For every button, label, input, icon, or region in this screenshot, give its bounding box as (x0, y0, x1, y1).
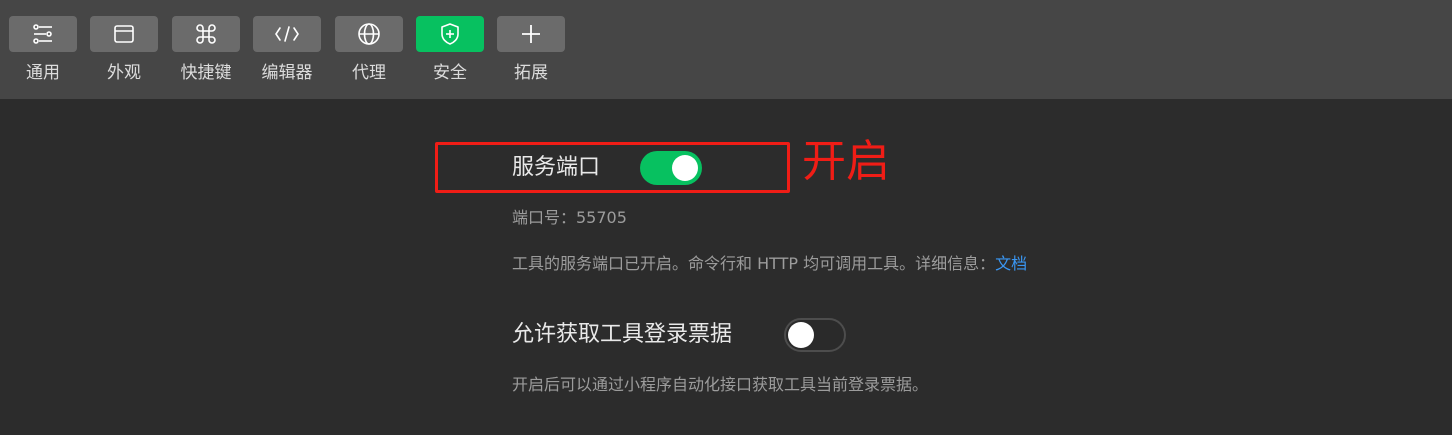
tab-proxy-button[interactable] (335, 16, 403, 52)
login-ticket-toggle[interactable] (784, 318, 846, 352)
tab-editor-button[interactable] (253, 16, 321, 52)
tab-extensions[interactable]: 拓展 (497, 16, 565, 84)
code-icon (275, 26, 299, 42)
tab-general-button[interactable] (9, 16, 77, 52)
tab-security-label: 安全 (433, 63, 467, 83)
service-port-description-text: 工具的服务端口已开启。命令行和 HTTP 均可调用工具。详细信息： (512, 254, 996, 273)
tab-general[interactable]: 通用 (9, 16, 77, 84)
tab-general-label: 通用 (26, 63, 60, 83)
tab-appearance[interactable]: 外观 (90, 16, 158, 84)
command-key-icon (196, 24, 216, 44)
sliders-icon (33, 24, 52, 44)
login-ticket-description: 开启后可以通过小程序自动化接口获取工具当前登录票据。 (512, 375, 929, 394)
tab-proxy-label: 代理 (352, 63, 386, 83)
tab-security-button[interactable] (416, 16, 484, 52)
annotation-highlight-box (435, 142, 790, 193)
login-ticket-label: 允许获取工具登录票据 (512, 322, 733, 347)
toggle-knob (672, 155, 698, 181)
window-icon (114, 25, 134, 43)
shield-plus-icon (441, 23, 459, 45)
settings-toolbar: 通用 外观 快捷键 编辑器 代理 安全 拓展 (0, 0, 1452, 99)
tab-shortcuts[interactable]: 快捷键 (172, 16, 240, 84)
doc-link[interactable]: 文档 (995, 254, 1027, 273)
tab-editor[interactable]: 编辑器 (253, 16, 321, 84)
service-port-description: 工具的服务端口已开启。命令行和 HTTP 均可调用工具。详细信息：文档 (512, 253, 1027, 275)
tab-appearance-label: 外观 (107, 63, 141, 83)
tab-shortcuts-button[interactable] (172, 16, 240, 52)
tab-appearance-button[interactable] (90, 16, 158, 52)
service-port-toggle[interactable] (640, 151, 702, 185)
tab-security[interactable]: 安全 (416, 16, 484, 84)
tab-extensions-label: 拓展 (514, 63, 548, 83)
tab-extensions-button[interactable] (497, 16, 565, 52)
tab-proxy[interactable]: 代理 (335, 16, 403, 84)
tab-shortcuts-label: 快捷键 (180, 63, 232, 83)
globe-icon (358, 23, 380, 45)
plus-icon (522, 25, 540, 43)
tab-editor-label: 编辑器 (261, 63, 313, 83)
toggle-knob (788, 322, 814, 348)
service-port-label: 服务端口 (512, 155, 601, 180)
port-number-text: 端口号：55705 (512, 208, 627, 227)
annotation-text: 开启 (802, 136, 890, 187)
